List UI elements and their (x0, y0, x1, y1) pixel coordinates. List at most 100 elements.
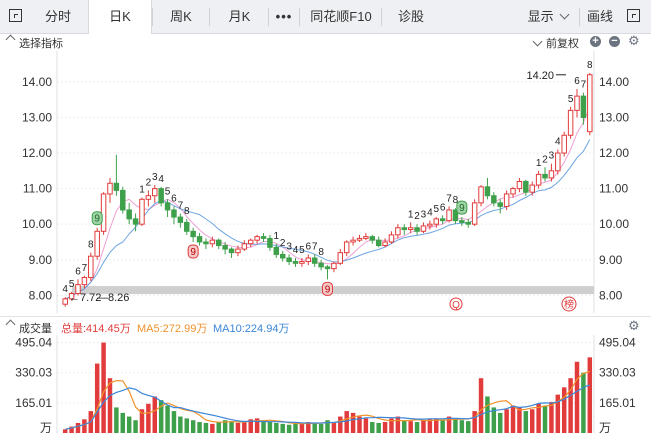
overlap-label: —8.26 (97, 292, 129, 304)
volume-bar (280, 423, 285, 433)
volume-tick-right: 165.01 (599, 396, 636, 410)
seq-badge-number: 9 (459, 203, 465, 214)
candle-body (88, 255, 94, 279)
y-tick-label-right: 9.00 (599, 253, 623, 267)
volume-bar (370, 422, 375, 433)
seq-number: 1 (139, 185, 145, 196)
tab-diagnose[interactable]: 诊股 (385, 0, 437, 33)
candle-body (567, 109, 574, 136)
candle-body (478, 186, 484, 204)
volume-unit-left: 万 (40, 421, 52, 433)
candle-body (164, 202, 171, 211)
volume-bar (75, 422, 81, 433)
y-tick-label-right: 12.00 (599, 146, 629, 160)
divider (299, 8, 300, 26)
y-tick-label-left: 8.00 (29, 288, 53, 302)
candle-body (299, 261, 305, 264)
zoom-out-icon[interactable]: − (609, 36, 620, 47)
chevron-up-icon[interactable] (5, 34, 16, 45)
volume-bar (120, 412, 126, 433)
period-tab-bar: 分时 日K 周K 月K ••• 同花顺F10 诊股 显示 画线 (0, 0, 651, 34)
tab-monthly-k[interactable]: 月K (212, 0, 267, 33)
volume-bar (472, 411, 477, 433)
tab-timeshare[interactable]: 分时 (31, 0, 85, 33)
candle-body (113, 182, 120, 191)
event-marker-bang: 榜 (564, 298, 574, 311)
volume-bar (459, 420, 465, 433)
divider (268, 8, 269, 26)
volume-bar (318, 423, 324, 433)
volume-bar (184, 418, 189, 433)
candle-body (395, 227, 401, 236)
volume-bar (504, 409, 509, 433)
candle-body (350, 239, 356, 243)
volume-bar (542, 405, 548, 433)
candle-body (171, 209, 177, 218)
candle-body (254, 236, 260, 241)
volume-bar (171, 411, 177, 433)
candle-body (523, 181, 529, 193)
seq-number: 6 (306, 241, 312, 252)
gear-icon[interactable]: ⚙ (628, 33, 640, 49)
seq-badge-number: 9 (190, 247, 196, 258)
volume-bar (101, 342, 106, 433)
volume-bar (274, 422, 279, 433)
chevron-down-icon (559, 9, 570, 20)
candle-body (510, 188, 516, 195)
candle-body (375, 239, 382, 247)
volume-title: 成交量 (19, 323, 52, 335)
volume-bar (82, 419, 87, 433)
divider (152, 8, 153, 26)
candle-body (292, 261, 299, 264)
tab-daily-k[interactable]: 日K (88, 0, 152, 34)
adjust-mode-label[interactable]: 前复权 (546, 35, 579, 51)
volume-bar (210, 423, 215, 433)
zoom-in-icon[interactable]: + (590, 36, 601, 47)
main-chart-header: 选择指标 前复权 + − ⚙ (0, 33, 651, 51)
chevron-down-icon[interactable] (532, 36, 543, 47)
select-indicator-button[interactable]: 选择指标 (19, 35, 63, 51)
y-tick-label-right: 10.00 (599, 217, 629, 231)
seq-badge-number: 9 (94, 214, 100, 225)
gear-icon[interactable]: ⚙ (628, 318, 640, 334)
seq-number: 4 (158, 174, 164, 185)
maximize-window-icon[interactable] (627, 9, 640, 22)
volume-bar (331, 422, 337, 433)
candle-body (100, 193, 107, 232)
volume-bar (549, 401, 554, 433)
chevron-up-icon[interactable] (5, 319, 16, 330)
candle-body (120, 189, 126, 211)
seq-number: 7 (446, 193, 452, 204)
volume-bar (190, 420, 196, 433)
candle-body (401, 227, 408, 231)
draw-line-button[interactable]: 画线 (580, 0, 620, 33)
tab-weekly-k[interactable]: 周K (155, 0, 207, 33)
volume-bar (94, 363, 100, 433)
candle-body (107, 182, 113, 195)
candle-body (318, 262, 324, 268)
candle-body (535, 173, 542, 186)
seq-number: 6 (440, 202, 446, 213)
display-label: 显示 (527, 9, 554, 24)
volume-ma10: MA10:224.94万 (213, 323, 290, 335)
y-tick-label-left: 12.00 (22, 146, 52, 160)
volume-bar (133, 420, 138, 433)
candle-body (184, 221, 190, 232)
volume-chart[interactable]: 495.04 495.04 330.03 330.03 165.01 165.01 万 万 (0, 335, 651, 433)
seq-number: 3 (286, 241, 292, 252)
volume-bar (286, 424, 292, 433)
volume-tick-left: 495.04 (15, 336, 52, 350)
tab-f10[interactable]: 同花顺F10 (302, 0, 380, 33)
volume-bar (453, 418, 458, 433)
candle-body (267, 237, 273, 248)
price-chart[interactable]: 14.00 14.00 13.00 13.00 12.00 12.00 11.00 11.00… (0, 51, 651, 313)
volume-bar (414, 422, 420, 433)
candle-body (497, 202, 503, 207)
restore-window-icon[interactable] (9, 9, 22, 22)
volume-bar (197, 422, 202, 433)
more-periods-button[interactable]: ••• (270, 0, 298, 33)
display-menu[interactable]: 显示 (520, 0, 576, 33)
candle-body (305, 257, 312, 263)
volume-bar (152, 396, 158, 433)
volume-ma5: MA5:272.99万 (137, 323, 208, 335)
